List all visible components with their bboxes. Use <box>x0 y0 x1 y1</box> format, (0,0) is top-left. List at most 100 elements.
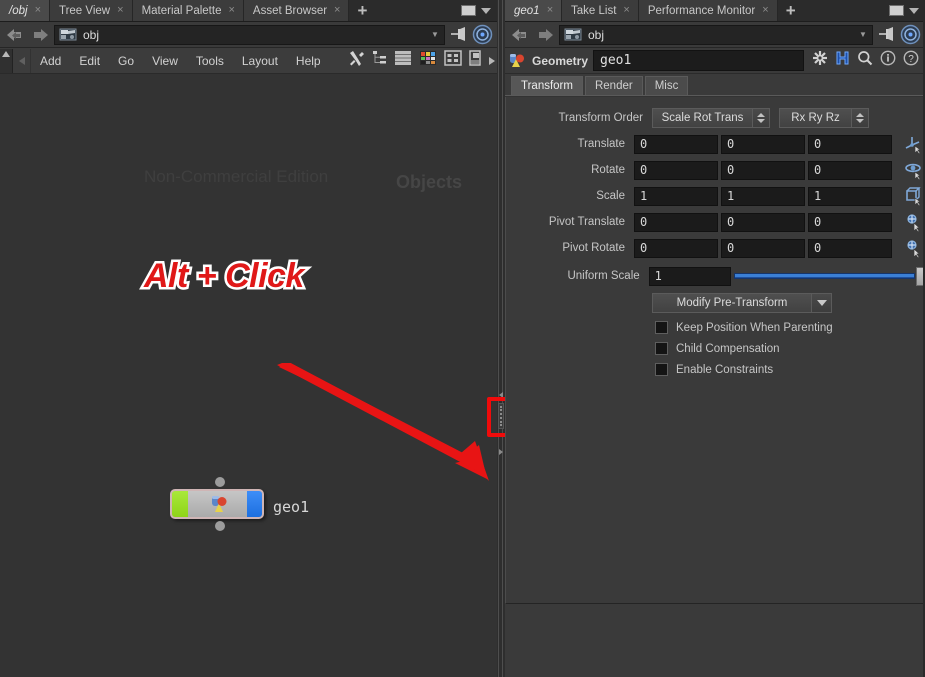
menu-view[interactable]: View <box>143 52 187 70</box>
spinner-icon[interactable] <box>752 109 769 127</box>
sync-target-icon[interactable] <box>472 24 493 45</box>
scale-x-input[interactable]: 1 <box>634 186 718 206</box>
network-path-input[interactable]: obj ▼ <box>54 24 445 45</box>
menu-edit[interactable]: Edit <box>70 52 109 70</box>
tab-render[interactable]: Render <box>584 76 643 95</box>
pivot-rotate-z-input[interactable]: 0 <box>808 238 892 258</box>
scale-y-input[interactable]: 1 <box>721 186 805 206</box>
rotate-y-input[interactable]: 0 <box>721 160 805 180</box>
magnifier-icon[interactable] <box>857 50 873 71</box>
menu-layout[interactable]: Layout <box>233 52 287 70</box>
tab-performance-monitor[interactable]: Performance Monitor × <box>638 0 778 21</box>
help-icon[interactable]: ? <box>903 50 919 71</box>
translate-handle-icon[interactable] <box>904 134 924 155</box>
left-pane-tabbar: /obj × Tree View × Material Palette × As… <box>0 0 497 22</box>
tab-tree-view[interactable]: Tree View × <box>49 0 133 21</box>
rotate-handle-icon[interactable] <box>904 160 924 181</box>
chevron-down-icon[interactable] <box>909 7 919 14</box>
grid-view-icon[interactable] <box>444 50 462 71</box>
menu-help[interactable]: Help <box>287 52 330 70</box>
tab-geo1[interactable]: geo1 × <box>505 0 563 21</box>
tab-obj[interactable]: /obj × <box>0 0 50 21</box>
gear-asterisk-icon[interactable] <box>812 50 828 71</box>
rotate-z-input[interactable]: 0 <box>808 160 892 180</box>
tab-asset-browser[interactable]: Asset Browser × <box>243 0 350 21</box>
chevron-down-icon[interactable] <box>481 7 491 14</box>
info-icon[interactable] <box>880 50 896 71</box>
pivot-rotate-x-input[interactable]: 0 <box>634 238 718 258</box>
scale-z-input[interactable]: 1 <box>808 186 892 206</box>
pivot-rotate-handle-icon[interactable] <box>904 238 924 259</box>
chevron-down-icon[interactable]: ▼ <box>428 30 442 39</box>
child-compensation-checkbox[interactable] <box>655 342 668 355</box>
forward-arrow-icon[interactable] <box>534 25 556 45</box>
close-icon[interactable]: × <box>34 5 42 16</box>
node-display-flag[interactable] <box>172 491 188 517</box>
node-name-input[interactable]: geo1 <box>593 50 804 71</box>
tab-transform[interactable]: Transform <box>511 76 583 95</box>
uniform-scale-input[interactable]: 1 <box>648 266 731 286</box>
pivot-translate-z-input[interactable]: 0 <box>808 212 892 232</box>
menu-tools[interactable]: Tools <box>187 52 233 70</box>
pane-splitter[interactable] <box>497 0 505 677</box>
translate-y-input[interactable]: 0 <box>721 134 805 154</box>
node-output-connector[interactable] <box>215 521 225 531</box>
close-icon[interactable]: × <box>333 5 341 16</box>
close-icon[interactable]: × <box>546 5 554 16</box>
translate-x-input[interactable]: 0 <box>634 134 718 154</box>
rotate-x-input[interactable]: 0 <box>634 160 718 180</box>
transform-order-rotation-menu[interactable]: Rx Ry Rz <box>779 108 869 128</box>
pivot-translate-y-input[interactable]: 0 <box>721 212 805 232</box>
pivot-translate-x-input[interactable]: 0 <box>634 212 718 232</box>
enable-constraints-checkbox[interactable] <box>655 363 668 376</box>
maximize-pane-icon[interactable] <box>461 5 476 16</box>
node-geo1[interactable]: geo1 <box>170 477 309 531</box>
forward-arrow-icon[interactable] <box>29 25 51 45</box>
chevron-down-icon[interactable] <box>811 294 831 312</box>
back-arrow-icon[interactable] <box>509 25 531 45</box>
maximize-pane-icon[interactable] <box>889 5 904 16</box>
modify-pre-transform-menu[interactable]: Modify Pre-Transform <box>652 293 832 313</box>
toolbar-overflow-icon[interactable] <box>489 56 495 65</box>
sync-target-icon[interactable] <box>900 24 921 45</box>
scroll-up-button[interactable] <box>0 48 13 73</box>
uniform-scale-slider[interactable] <box>733 266 925 286</box>
tab-material-palette[interactable]: Material Palette × <box>132 0 244 21</box>
snapshot-icon[interactable] <box>469 50 482 71</box>
hierarchy-icon[interactable] <box>372 50 387 71</box>
add-tab-button[interactable]: + <box>777 0 804 21</box>
wrench-icon[interactable] <box>348 50 365 72</box>
pin-pane-icon[interactable] <box>876 24 897 45</box>
back-arrow-icon[interactable] <box>4 25 26 45</box>
network-path-input[interactable]: obj ▼ <box>559 24 873 45</box>
scale-handle-icon[interactable] <box>904 186 924 207</box>
splitter-collapse-left-icon[interactable] <box>498 386 504 404</box>
tab-misc[interactable]: Misc <box>644 76 689 95</box>
menu-add[interactable]: Add <box>31 52 70 70</box>
node-box[interactable] <box>170 489 264 519</box>
pivot-translate-handle-icon[interactable] <box>904 212 924 233</box>
splitter-grip-handle[interactable] <box>498 403 504 429</box>
transform-order-srt-menu[interactable]: Scale Rot Trans <box>652 108 770 128</box>
chevron-down-icon[interactable]: ▼ <box>856 30 870 39</box>
close-icon[interactable]: × <box>622 5 630 16</box>
add-tab-button[interactable]: + <box>349 0 376 21</box>
node-render-flag[interactable] <box>247 491 262 517</box>
splitter-collapse-right-icon[interactable] <box>498 443 504 461</box>
spinner-icon[interactable] <box>851 109 868 127</box>
pivot-rotate-y-input[interactable]: 0 <box>721 238 805 258</box>
close-icon[interactable]: × <box>761 5 769 16</box>
keep-position-when-parenting-checkbox[interactable] <box>655 321 668 334</box>
close-icon[interactable]: × <box>227 5 235 16</box>
network-canvas[interactable]: Non-Commercial Edition Objects geo1 <box>0 75 497 677</box>
list-layout-icon[interactable] <box>394 50 412 71</box>
houdini-h-icon[interactable] <box>835 50 850 71</box>
node-input-connector[interactable] <box>215 477 225 487</box>
pin-pane-icon[interactable] <box>448 24 469 45</box>
translate-z-input[interactable]: 0 <box>808 134 892 154</box>
menu-go[interactable]: Go <box>109 52 143 70</box>
tab-take-list[interactable]: Take List × <box>562 0 639 21</box>
color-palette-icon[interactable] <box>419 50 437 71</box>
close-icon[interactable]: × <box>116 5 124 16</box>
menu-scroll-left-icon[interactable] <box>13 48 31 73</box>
